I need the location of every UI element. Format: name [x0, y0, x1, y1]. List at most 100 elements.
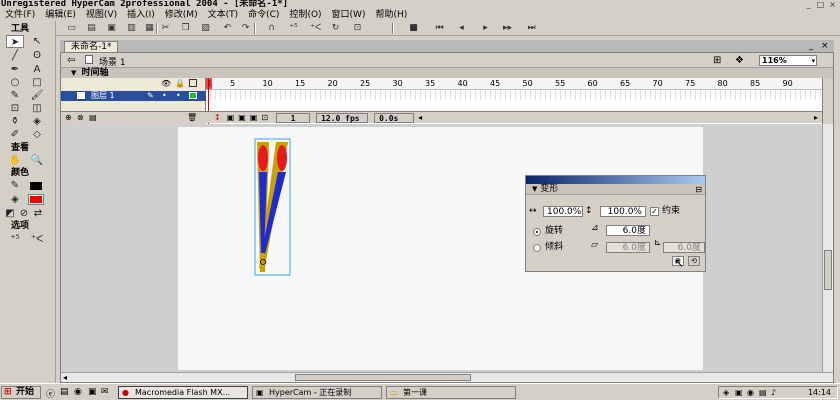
snap-magnet-icon[interactable]: ∩ — [266, 23, 277, 34]
reset-transform-icon[interactable]: ⟲ — [688, 256, 700, 266]
stroke-color-swatch[interactable] — [30, 182, 42, 190]
undo-icon[interactable]: ↶ — [222, 23, 233, 34]
tray-icon-3[interactable]: ◉ — [747, 387, 754, 398]
step-forward-icon[interactable]: ▸▸ — [502, 23, 513, 34]
eraser-tool-icon[interactable]: ◇ — [28, 128, 46, 141]
hscroll-thumb[interactable] — [295, 374, 471, 381]
menu-control[interactable]: 控制(O) — [284, 9, 326, 21]
task-hypercam[interactable]: ▣ HyperCam - 正在录制 — [252, 386, 382, 399]
paint-bucket-tool-icon[interactable]: ◈ — [28, 115, 46, 128]
tray-icon-4[interactable]: ▤ — [759, 387, 767, 398]
scroll-right-icon[interactable]: ▸ — [814, 113, 818, 122]
edit-multiple-icon[interactable]: ▣ — [250, 113, 258, 122]
no-color-icon[interactable]: ⊘ — [18, 207, 30, 220]
center-frame-icon[interactable]: ↕ — [214, 113, 221, 122]
quicklaunch-mail-icon[interactable]: ✉ — [101, 387, 109, 397]
straighten-option-icon[interactable]: ⁺ᐸ — [28, 233, 46, 246]
layer-row[interactable]: 图层 1 ✎ • • — [61, 91, 206, 101]
menu-window[interactable]: 窗口(W) — [327, 9, 371, 21]
go-end-icon[interactable]: ⏭ — [526, 23, 537, 34]
hand-tool-icon[interactable]: ✋ — [6, 154, 24, 167]
fill-transform-tool-icon[interactable]: ◫ — [28, 102, 46, 115]
task-flash[interactable]: ● Macromedia Flash MX... — [118, 386, 248, 399]
swap-colors-icon[interactable]: ⇄ — [32, 207, 44, 220]
menu-help[interactable]: 帮助(H) — [370, 9, 412, 21]
edit-symbol-icon[interactable]: ❖ — [735, 55, 744, 66]
lock-icon[interactable]: 🔒 — [175, 79, 185, 88]
panel-title-bar[interactable] — [526, 176, 705, 184]
quicklaunch-ie-icon[interactable]: ⓔ — [46, 387, 55, 400]
hscroll-left-icon[interactable]: ◂ — [63, 373, 67, 382]
outline-icon[interactable] — [189, 79, 197, 87]
task-folder[interactable]: ▭ 第一课 — [386, 386, 516, 399]
quicklaunch-media-icon[interactable]: ◉ — [74, 387, 82, 397]
panel-header[interactable]: ▼ 变形 — [526, 184, 705, 195]
black-white-icon[interactable]: ◩ — [4, 207, 16, 220]
onion-markers-icon[interactable]: ⊡ — [261, 113, 268, 122]
quicklaunch-desktop-icon[interactable]: ▤ — [60, 387, 69, 397]
timeline-vscroll[interactable] — [822, 78, 833, 124]
panel-menu-icon[interactable]: ⊟ — [695, 185, 702, 194]
stage-vscroll[interactable] — [822, 124, 833, 374]
insert-layer-icon[interactable]: ⊕ — [65, 113, 72, 122]
frame-row[interactable] — [206, 90, 822, 100]
oval-tool-icon[interactable]: ○ — [6, 76, 24, 89]
eyedropper-tool-icon[interactable]: ✐ — [6, 128, 24, 141]
stage-hscroll[interactable]: ◂ — [61, 372, 833, 382]
menu-text[interactable]: 文本(T) — [203, 9, 244, 21]
layer-lock-dot[interactable]: • — [176, 91, 181, 101]
document-tab[interactable]: 未命名-1* — [64, 41, 119, 52]
tray-icon-2[interactable]: ▣ — [735, 387, 743, 398]
skew-h-input[interactable]: 6.0度 — [606, 242, 650, 253]
redo-icon[interactable]: ↷ — [240, 23, 251, 34]
skew-v-input[interactable]: 6.0度 — [663, 242, 705, 253]
play-icon[interactable]: ▸ — [480, 23, 491, 34]
pen-tool-icon[interactable]: ✒ — [6, 63, 24, 76]
selected-shape[interactable] — [254, 138, 291, 276]
fill-color-icon[interactable]: ◈ — [6, 193, 24, 206]
brush-tool-icon[interactable]: 🖌 — [28, 89, 46, 102]
fill-color-swatch[interactable] — [28, 194, 44, 205]
zoom-select[interactable]: 116% ▾ — [759, 55, 817, 66]
smooth-icon[interactable]: ⁺⁵ — [288, 23, 299, 34]
scroll-left-icon[interactable]: ◂ — [418, 113, 422, 122]
doc-minimize-icon[interactable]: _ — [809, 41, 814, 51]
scale-icon[interactable]: ⊡ — [352, 23, 363, 34]
layer-outline-color[interactable] — [189, 92, 197, 99]
maximize-icon[interactable]: □ — [815, 0, 826, 9]
print-icon[interactable]: ▥ — [126, 23, 137, 34]
straighten-icon[interactable]: ⁺ᐸ — [310, 23, 321, 34]
print-preview-icon[interactable]: ▦ — [144, 23, 155, 34]
menu-commands[interactable]: 命令(C) — [243, 9, 284, 21]
edit-scene-icon[interactable]: ⊞ — [713, 55, 721, 66]
menu-view[interactable]: 视图(V) — [81, 9, 122, 21]
rectangle-tool-icon[interactable]: □ — [28, 76, 46, 89]
pencil-tool-icon[interactable]: ✎ — [6, 89, 24, 102]
onion-skin-icon[interactable]: ▣ — [227, 113, 235, 122]
constrain-checkbox[interactable]: ✓ — [650, 207, 659, 216]
tray-icon-1[interactable]: ◈ — [723, 387, 729, 398]
zoom-tool-icon[interactable]: 🔍 — [28, 154, 46, 167]
back-arrow-icon[interactable]: ⇦ — [67, 55, 75, 66]
open-folder-icon[interactable]: ▤ — [86, 23, 97, 34]
paste-icon[interactable]: ▧ — [200, 23, 211, 34]
volume-icon[interactable]: ♪ — [771, 387, 776, 398]
lasso-tool-icon[interactable]: ʘ — [28, 49, 46, 62]
doc-close-icon[interactable]: × — [821, 41, 829, 51]
add-guide-icon[interactable]: ⊗ — [77, 113, 84, 122]
insert-folder-icon[interactable]: ▤ — [89, 113, 97, 122]
timeline-header[interactable]: ▼ 时间轴 — [61, 68, 833, 78]
minimize-icon[interactable]: _ — [803, 0, 814, 9]
cut-icon[interactable]: ✂ — [160, 23, 171, 34]
save-icon[interactable]: ▣ — [106, 23, 117, 34]
quicklaunch-folder-icon[interactable]: ▣ — [88, 387, 97, 397]
copy-icon[interactable]: ❐ — [180, 23, 191, 34]
step-back-icon[interactable]: ◂ — [456, 23, 467, 34]
rotate-icon[interactable]: ↻ — [330, 23, 341, 34]
menu-modify[interactable]: 修改(M) — [160, 9, 203, 21]
rotate-radio[interactable] — [533, 228, 541, 236]
vscroll-thumb[interactable] — [824, 250, 832, 290]
rotate-input[interactable]: 6.0度 — [606, 225, 650, 236]
layer-visible-dot[interactable]: • — [162, 91, 167, 101]
smooth-option-icon[interactable]: ⁺⁵ — [6, 233, 24, 246]
